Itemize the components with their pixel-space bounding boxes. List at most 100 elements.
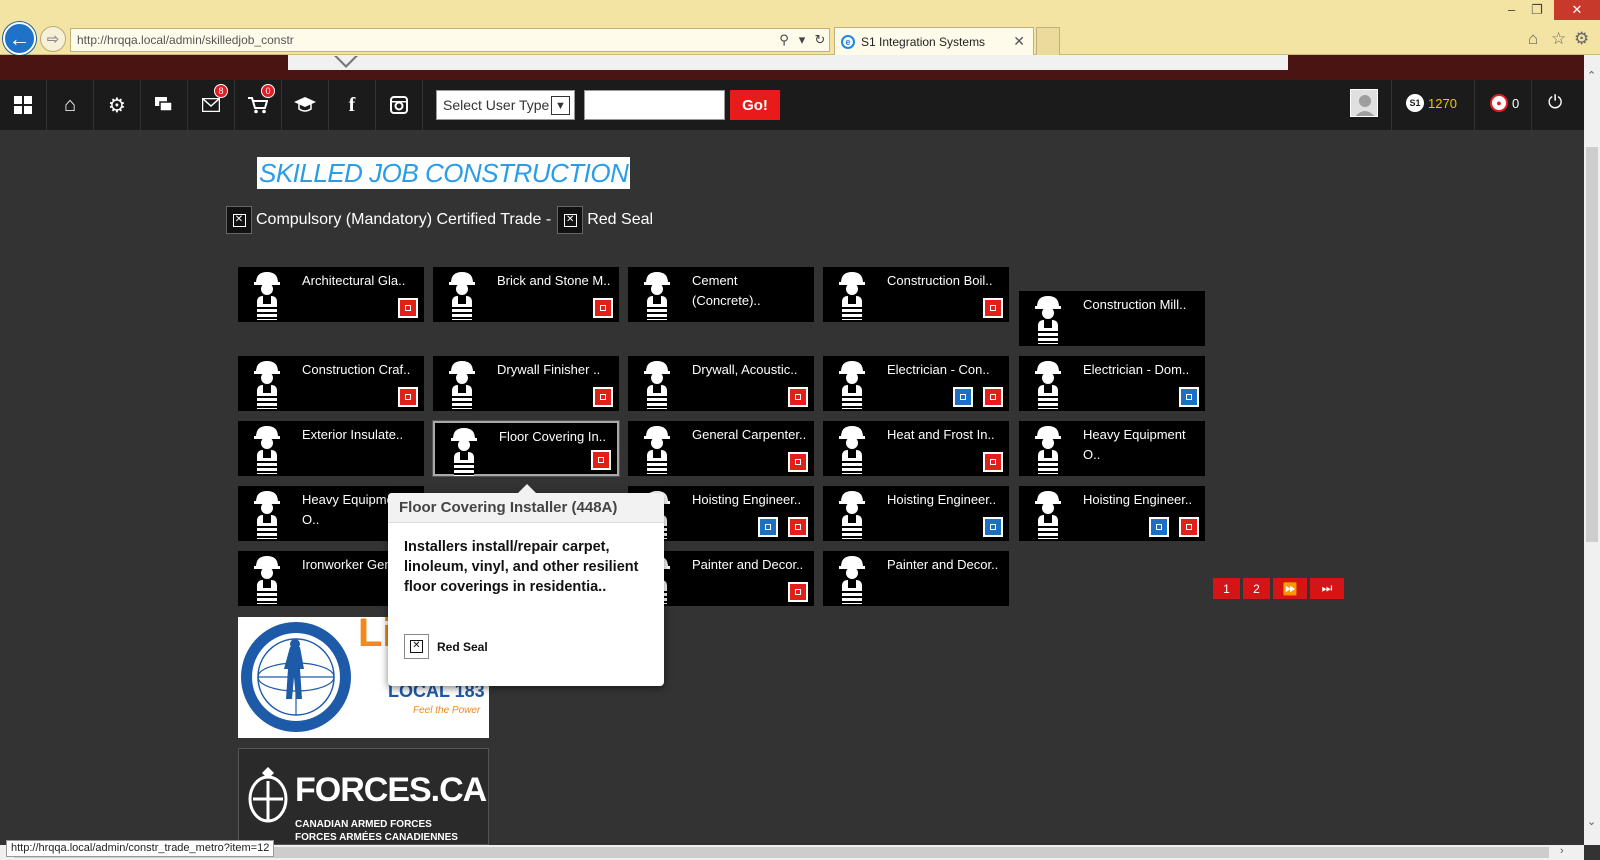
compulsory-marker-icon[interactable] <box>1179 387 1199 407</box>
red-seal-marker-icon[interactable] <box>593 387 613 407</box>
red-seal-marker-icon[interactable] <box>788 387 808 407</box>
trade-tile-label: General Carpenter.. <box>692 427 807 442</box>
trade-tile[interactable]: Construction Craf.. <box>238 356 424 411</box>
compulsory-marker-icon[interactable] <box>758 517 778 537</box>
next-page-icon[interactable]: ⏩ <box>1273 578 1307 599</box>
favorites-icon[interactable]: ☆ <box>1551 29 1566 49</box>
forces-logo[interactable]: FORCES.CA CANADIAN ARMED FORCES FORCES A… <box>238 748 489 845</box>
minimize-icon[interactable]: – <box>1508 2 1515 17</box>
last-page-icon[interactable]: ⏭ <box>1310 578 1344 599</box>
home-icon[interactable]: ⌂ <box>1528 29 1538 49</box>
points-counter[interactable]: S1 1270 <box>1406 94 1457 112</box>
page-1-button[interactable]: 1 <box>1213 578 1240 599</box>
compulsory-marker-icon[interactable] <box>983 517 1003 537</box>
trade-tile[interactable]: Floor Covering In.. <box>433 421 619 476</box>
trade-tile[interactable]: General Carpenter.. <box>628 421 814 476</box>
compulsory-trade-icon: ✕ <box>226 206 252 234</box>
go-button[interactable]: Go! <box>730 90 780 120</box>
trade-tile[interactable]: Heat and Frost In.. <box>823 421 1009 476</box>
new-tab-button[interactable] <box>1036 27 1060 55</box>
trade-tile[interactable]: Construction Boil.. <box>823 267 1009 322</box>
red-seal-marker-icon[interactable] <box>983 452 1003 472</box>
trade-tile-label: Construction Mill.. <box>1083 297 1187 312</box>
trade-tile[interactable]: Brick and Stone M.. <box>433 267 619 322</box>
apps-grid-icon[interactable] <box>0 80 47 130</box>
trade-tile[interactable]: Construction Mill.. <box>1019 291 1205 346</box>
address-bar[interactable]: http://hrqqa.local/admin/skilledjob_cons… <box>70 28 830 52</box>
scroll-down-icon[interactable]: ⌄ <box>1587 815 1596 828</box>
worker-icon <box>1033 424 1063 474</box>
forward-button[interactable]: ⇨ <box>40 26 66 52</box>
worker-icon <box>837 359 867 409</box>
refresh-icon[interactable]: ↻ <box>811 32 829 48</box>
trade-tile[interactable]: Electrician - Dom.. <box>1019 356 1205 411</box>
vertical-scrollbar[interactable]: ⌃ ⌄ <box>1584 55 1600 845</box>
compulsory-marker-icon[interactable] <box>1149 517 1169 537</box>
trade-tile[interactable]: Drywall Finisher .. <box>433 356 619 411</box>
chat-icon[interactable] <box>141 80 188 130</box>
trade-tile-label: Drywall, Acoustic.. <box>692 362 798 377</box>
trade-tile[interactable]: Cement (Concrete).. <box>628 267 814 322</box>
user-type-select[interactable]: Select User Type ▼ <box>436 90 575 120</box>
power-icon[interactable]: ⏻ <box>1548 92 1562 113</box>
trade-tile-label: Painter and Decor.. <box>692 557 804 572</box>
facebook-icon[interactable]: f <box>329 80 376 130</box>
close-tab-icon[interactable]: ✕ <box>1013 33 1025 50</box>
red-seal-marker-icon[interactable] <box>983 298 1003 318</box>
scroll-up-icon[interactable]: ⌃ <box>1587 69 1596 82</box>
worker-icon <box>252 359 282 409</box>
search-icon[interactable]: ⚲ <box>775 32 793 48</box>
red-seal-marker-icon[interactable] <box>398 387 418 407</box>
scroll-thumb[interactable] <box>1586 147 1598 542</box>
s1-coin-icon: S1 <box>1406 94 1424 112</box>
browser-tab[interactable]: e S1 Integration Systems ✕ <box>834 27 1034 55</box>
gear-icon[interactable]: ⚙ <box>94 80 141 130</box>
window-close-button[interactable]: ✕ <box>1554 0 1600 20</box>
instagram-icon[interactable] <box>376 80 423 130</box>
trade-tile[interactable]: Heavy Equipment O.. <box>1019 421 1205 476</box>
trade-tile[interactable]: Architectural Gla.. <box>238 267 424 322</box>
trade-tile[interactable]: Painter and Decor.. <box>823 551 1009 606</box>
worker-icon <box>252 489 282 539</box>
search-input[interactable] <box>584 90 725 120</box>
worker-icon <box>642 424 672 474</box>
red-seal-marker-icon[interactable] <box>788 582 808 602</box>
back-button[interactable]: ← <box>3 22 36 55</box>
chevron-down-icon[interactable] <box>334 56 358 68</box>
settings-gear-icon[interactable]: ⚙ <box>1574 29 1589 49</box>
red-seal-marker-icon[interactable] <box>591 450 611 470</box>
tooltip-tag: ✕ Red Seal <box>404 634 488 659</box>
red-seal-marker-icon[interactable] <box>398 298 418 318</box>
trade-tile[interactable]: Electrician - Con.. <box>823 356 1009 411</box>
home-icon[interactable]: ⌂ <box>47 80 94 130</box>
mail-icon[interactable]: 8 <box>188 80 235 130</box>
red-seal-marker-icon[interactable] <box>593 298 613 318</box>
address-url[interactable]: http://hrqqa.local/admin/skilledjob_cons… <box>71 33 775 47</box>
compulsory-marker-icon[interactable] <box>953 387 973 407</box>
red-seal-icon: ✕ <box>404 634 429 659</box>
red-seal-marker-icon[interactable] <box>983 387 1003 407</box>
avatar[interactable] <box>1350 89 1378 117</box>
notification-counter[interactable]: ● 0 <box>1490 94 1519 112</box>
trade-tooltip: Floor Covering Installer (448A) Installe… <box>388 484 664 686</box>
alert-icon: ● <box>1490 94 1508 112</box>
cart-icon[interactable]: 0 <box>235 80 282 130</box>
trade-tile[interactable]: Exterior Insulate.. <box>238 421 424 476</box>
trade-tile-label: Heat and Frost In.. <box>887 427 995 442</box>
red-seal-marker-icon[interactable] <box>1179 517 1199 537</box>
restore-icon[interactable]: ❐ <box>1531 2 1543 18</box>
red-seal-marker-icon[interactable] <box>788 452 808 472</box>
graduation-cap-icon[interactable] <box>282 80 329 130</box>
worker-icon <box>1033 294 1063 344</box>
worker-icon <box>1033 359 1063 409</box>
chevron-down-icon[interactable]: ▼ <box>551 96 570 115</box>
page-2-button[interactable]: 2 <box>1243 578 1270 599</box>
worker-icon <box>642 270 672 320</box>
trade-tile[interactable]: Drywall, Acoustic.. <box>628 356 814 411</box>
tooltip-body: Installers install/repair carpet, linole… <box>404 539 639 595</box>
trade-tile[interactable]: Hoisting Engineer.. <box>1019 486 1205 541</box>
trade-tile[interactable]: Hoisting Engineer.. <box>823 486 1009 541</box>
scroll-right-icon[interactable]: › <box>1560 845 1564 857</box>
dropdown-icon[interactable]: ▾ <box>793 32 811 48</box>
red-seal-marker-icon[interactable] <box>788 517 808 537</box>
